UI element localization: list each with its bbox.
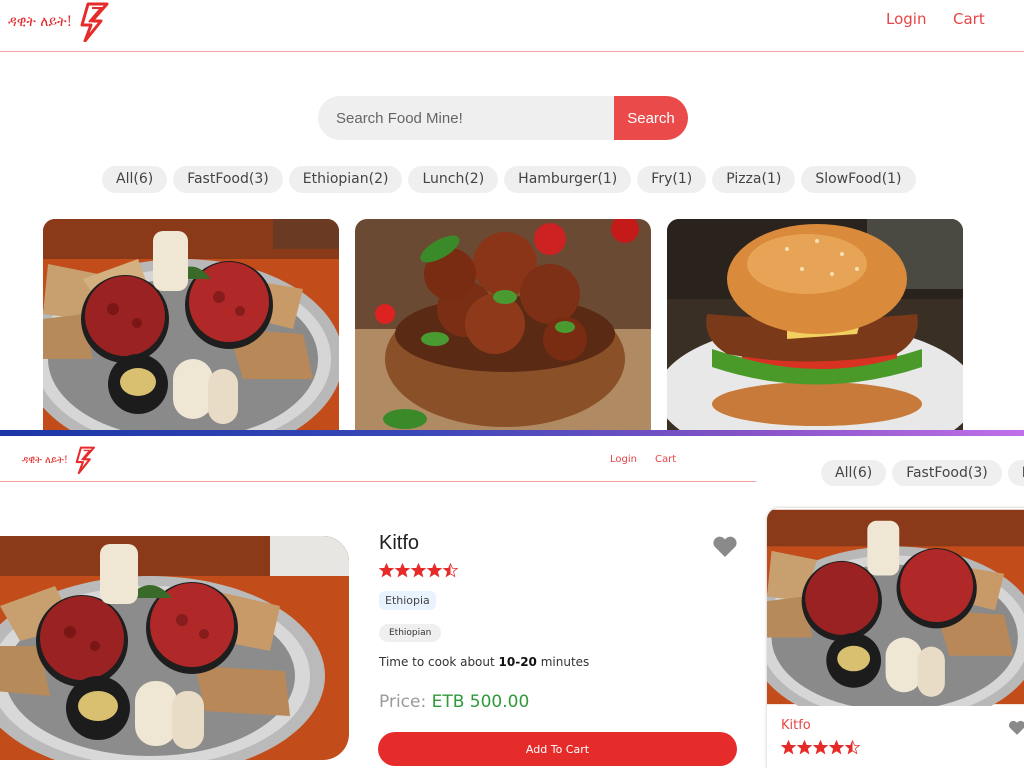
- lightning-bolt-icon: [78, 2, 110, 42]
- home-page-screen: ዳዊት ለይት! Login Cart Search All(6) FastFo…: [0, 0, 1024, 432]
- star-icon: [395, 563, 410, 578]
- tag-pizza[interactable]: Pizza(1): [712, 166, 796, 193]
- price-value: ETB 500.00: [431, 692, 530, 712]
- cart-link[interactable]: Cart: [655, 454, 676, 465]
- food-card-image: [767, 508, 1024, 706]
- tag-fastfood[interactable]: FastFood(3): [892, 460, 1002, 486]
- star-icon: [411, 563, 426, 578]
- food-card-image-burger[interactable]: [667, 219, 963, 432]
- header: ዳዊት ለይት! Login Cart: [0, 436, 756, 482]
- star-icon: [797, 740, 812, 755]
- tag-fry[interactable]: Fry(1): [637, 166, 707, 193]
- brand-text: ዳዊት ለይት!: [22, 454, 68, 466]
- cook-time-suffix: minutes: [536, 655, 590, 669]
- heart-icon[interactable]: [712, 536, 738, 562]
- cook-time: Time to cook about 10-20 minutes: [379, 655, 589, 669]
- star-icon: [443, 563, 458, 578]
- food-card-kitfo[interactable]: Kitfo: [767, 508, 1024, 768]
- tag-ethiopian[interactable]: Ethiopian(2): [288, 166, 403, 193]
- food-title: Kitfo: [379, 532, 420, 554]
- food-detail-screen: ዳዊት ለይት! Login Cart Kitfo Ethiopia Ethio…: [0, 436, 1024, 768]
- star-icon: [781, 740, 796, 755]
- search-bar: Search: [318, 96, 688, 140]
- heart-icon[interactable]: [1008, 720, 1024, 740]
- star-icon: [379, 563, 394, 578]
- star-icon: [829, 740, 844, 755]
- add-to-cart-button[interactable]: Add To Cart: [378, 732, 737, 766]
- tag-ethiopian[interactable]: Eth: [1007, 460, 1024, 486]
- login-link[interactable]: Login: [886, 10, 926, 28]
- food-card-image-meatballs[interactable]: [355, 219, 651, 432]
- brand-logo[interactable]: ዳዊት ለይት!: [22, 446, 96, 474]
- cart-link[interactable]: Cart: [953, 10, 985, 28]
- rating-stars-side: [781, 740, 860, 755]
- food-card-image-kitfo[interactable]: [43, 219, 339, 432]
- tag-all[interactable]: All(6): [821, 460, 887, 486]
- rating-stars: [379, 563, 458, 578]
- brand-text: ዳዊት ለይት!: [8, 14, 73, 30]
- food-card-title: Kitfo: [781, 718, 811, 733]
- food-detail-image: [0, 536, 349, 760]
- tag-fastfood[interactable]: FastFood(3): [173, 166, 283, 193]
- price-label: Price:: [379, 692, 427, 712]
- brand-logo[interactable]: ዳዊት ለይት!: [8, 2, 110, 42]
- login-link[interactable]: Login: [610, 454, 637, 465]
- star-icon: [427, 563, 442, 578]
- price: Price: ETB 500.00: [379, 692, 529, 712]
- tag-filter-list: All(6) FastFood(3) Ethiopian(2) Lunch(2)…: [102, 166, 916, 193]
- tag-lunch[interactable]: Lunch(2): [408, 166, 499, 193]
- tag-slowfood[interactable]: SlowFood(1): [801, 166, 916, 193]
- lightning-bolt-icon: [74, 446, 96, 474]
- tag-all[interactable]: All(6): [102, 166, 168, 193]
- tag-filter-list: All(6) FastFood(3) Eth: [821, 460, 1024, 486]
- header: ዳዊት ለይት! Login Cart: [0, 0, 1024, 52]
- cook-time-value: 10-20: [498, 655, 537, 669]
- star-icon: [845, 740, 860, 755]
- search-input[interactable]: [318, 96, 614, 140]
- food-tag[interactable]: Ethiopian: [379, 624, 442, 642]
- cook-time-prefix: Time to cook about: [379, 655, 499, 669]
- star-icon: [813, 740, 828, 755]
- search-button[interactable]: Search: [614, 96, 688, 140]
- origin-badge: Ethiopia: [379, 591, 436, 610]
- tag-hamburger[interactable]: Hamburger(1): [504, 166, 632, 193]
